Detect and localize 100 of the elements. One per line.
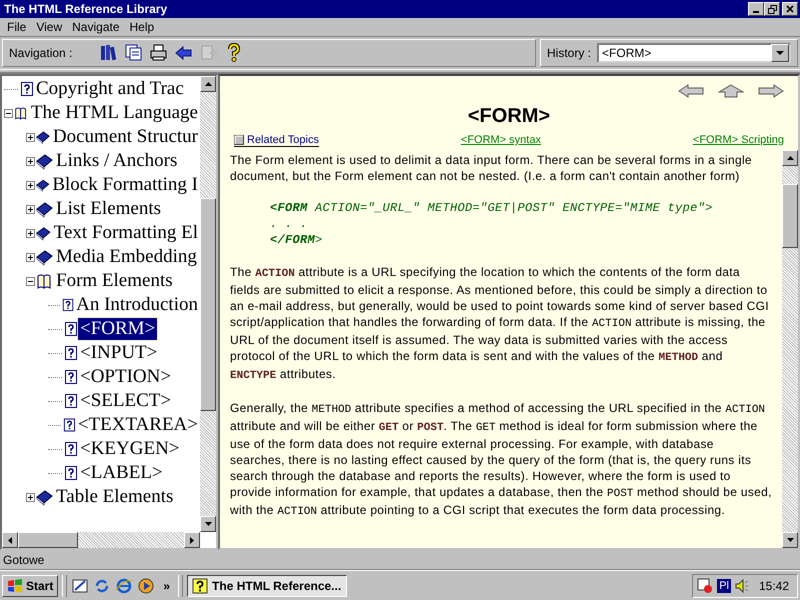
tree-item[interactable]: The HTML Language	[28, 102, 200, 124]
desktop-icon[interactable]	[71, 576, 90, 594]
plus-icon	[27, 134, 34, 140]
tree-item[interactable]: <INPUT>	[78, 342, 160, 364]
menu-item[interactable]: View	[31, 20, 68, 34]
help-page-icon	[62, 297, 74, 313]
square-button-icon	[234, 134, 244, 144]
tree-item[interactable]: Text Formatting El	[52, 222, 200, 244]
expand-icon[interactable]	[26, 204, 35, 214]
plus-icon	[27, 230, 34, 236]
tree-item[interactable]: Media Embedding	[54, 246, 199, 268]
tree-item[interactable]: List Elements	[54, 198, 164, 220]
left-arrow-icon	[8, 536, 12, 544]
tree-item[interactable]: Links / Anchors	[54, 150, 180, 172]
code-example: <FORM ACTION="_URL_" METHOD="GET|POST" ENCTYPE="MIME type"> . . . </FORM>	[270, 200, 714, 248]
start-button[interactable]: Start	[2, 574, 58, 596]
scroll-left-button[interactable]	[2, 532, 18, 548]
clock: 15:42	[758, 578, 789, 592]
tree-item[interactable]: <SELECT>	[78, 390, 174, 412]
tree-item[interactable]: <KEYGEN>	[78, 438, 182, 460]
expand-icon[interactable]	[26, 228, 35, 238]
window-title: The HTML Reference Library	[4, 2, 168, 16]
down-arrow-icon	[786, 538, 794, 542]
intro-paragraph: The Form element is used to delimit a data input form. There can be several forms in a single document, but the Form element can not be nested. (I.e. a form can't contain another form)	[230, 152, 753, 184]
tree-item[interactable]: Copyright and Trac	[34, 78, 186, 100]
vertical-scrollbar[interactable]	[200, 76, 216, 532]
books-icon	[98, 43, 119, 63]
help-page-icon	[64, 321, 78, 337]
book-icon	[36, 248, 54, 266]
plus-icon	[27, 182, 34, 188]
book-icon	[36, 152, 54, 170]
menu-item[interactable]: File	[2, 20, 32, 34]
tree-item[interactable]: <TEXTAREA>	[76, 414, 200, 436]
taskbar-button[interactable]: The HTML Reference...	[187, 574, 348, 596]
help-book-icon	[192, 578, 208, 594]
tree-item[interactable]: Table Elements	[54, 486, 176, 508]
topic-title: <FORM>	[466, 104, 552, 129]
tree-item[interactable]: <LABEL>	[78, 462, 165, 484]
scroll-thumb[interactable]	[782, 184, 798, 248]
expand-icon[interactable]	[26, 492, 35, 502]
left-arrow-icon	[174, 43, 194, 63]
scroll-down-button[interactable]	[782, 532, 798, 548]
tree-item[interactable]: An Introduction	[74, 294, 200, 316]
help-page-icon	[64, 369, 78, 385]
left-arrow-icon	[678, 84, 704, 98]
more-button[interactable]: »	[159, 578, 174, 592]
expand-icon[interactable]	[26, 180, 35, 190]
up-arrow-icon	[786, 156, 794, 160]
collapse-icon[interactable]	[4, 108, 13, 118]
minimize-button[interactable]	[748, 2, 764, 16]
plus-icon	[27, 158, 34, 164]
globe-icon[interactable]	[115, 576, 134, 594]
scheduler-icon	[697, 578, 714, 594]
book-icon	[36, 200, 54, 218]
paragraph: Generally, the METHOD attribute specifies a method of accessing the URL specified in the ACTION attribute and will be either GET or POST. The GET method is ideal for form submission where the use of the form data does not require external processing. For example, with database searches, there is no lasting effect caused by the query of the form (that is, the query runs its search through the database and reports the results). However, where the form is used to provide information for example, that updates a database, then the POST method should be used, with the ACTION attribute pointing to a CGI script that executes the form data processing.	[230, 400, 772, 520]
tree-item[interactable]: <FORM>	[78, 318, 158, 340]
expand-icon[interactable]	[26, 132, 35, 142]
history-label: History :	[547, 46, 592, 60]
menu-item[interactable]: Navigate	[67, 20, 125, 34]
vertical-scrollbar[interactable]	[782, 150, 798, 548]
up-button[interactable]	[718, 84, 744, 98]
related-topics-link[interactable]: Related Topics	[234, 134, 319, 146]
scroll-up-button[interactable]	[782, 150, 798, 166]
expand-icon[interactable]	[26, 156, 35, 166]
tree-item[interactable]: Block Formatting I	[50, 174, 200, 196]
help-page-icon	[64, 441, 78, 457]
scroll-down-button[interactable]	[200, 516, 216, 532]
tree-item[interactable]: Document Structur	[50, 126, 200, 148]
scroll-right-button[interactable]	[184, 532, 200, 548]
horizontal-scrollbar[interactable]	[2, 532, 200, 548]
expand-icon[interactable]	[26, 252, 35, 262]
scroll-up-button[interactable]	[200, 76, 216, 92]
help-page-icon	[64, 465, 78, 481]
topic-link[interactable]: <FORM> syntax	[460, 134, 541, 146]
scroll-thumb[interactable]	[18, 532, 78, 548]
previous-button[interactable]	[678, 84, 704, 98]
down-arrow-icon	[204, 522, 212, 526]
paragraph: The ACTION attribute is a URL specifying the location to which the contents of the form data fields are submitted to elicit a response. As mentioned before, this could be simply a direction to an e-mail address, but generally, would be used to point towards some kind of server based CGI script/application that handles the forwarding of form data. If the ACTION attribute is missing, the URL of the document itself is assumed. The way data is submitted varies with the access protocol of the URL to which the form data is sent and with the values of the METHOD and ENCTYPE attributes.	[230, 264, 770, 384]
help-page-icon	[62, 417, 76, 433]
collapse-icon[interactable]	[26, 276, 35, 286]
media-player-icon[interactable]	[137, 576, 156, 594]
dropdown-arrow-icon	[776, 50, 784, 56]
history-dropdown[interactable]: <FORM>	[597, 43, 791, 63]
pages-icon	[124, 43, 144, 63]
book-icon	[36, 488, 54, 506]
tree-item[interactable]: Form Elements	[54, 270, 175, 292]
close-icon	[786, 5, 794, 13]
help-page-icon	[20, 81, 34, 97]
right-arrow-icon	[190, 536, 194, 544]
topic-link[interactable]: <FORM> Scripting	[692, 134, 784, 146]
up-arrow-icon	[204, 82, 212, 86]
next-button[interactable]	[758, 84, 784, 98]
tree-item[interactable]: <OPTION>	[78, 366, 174, 388]
menu-item[interactable]: Help	[124, 20, 160, 34]
language-indicator[interactable]: Pl	[717, 578, 731, 592]
plus-icon	[27, 494, 34, 500]
restore-button[interactable]	[764, 2, 780, 16]
scroll-thumb[interactable]	[200, 198, 216, 410]
printer-icon	[148, 43, 169, 63]
close-button[interactable]	[782, 2, 798, 16]
